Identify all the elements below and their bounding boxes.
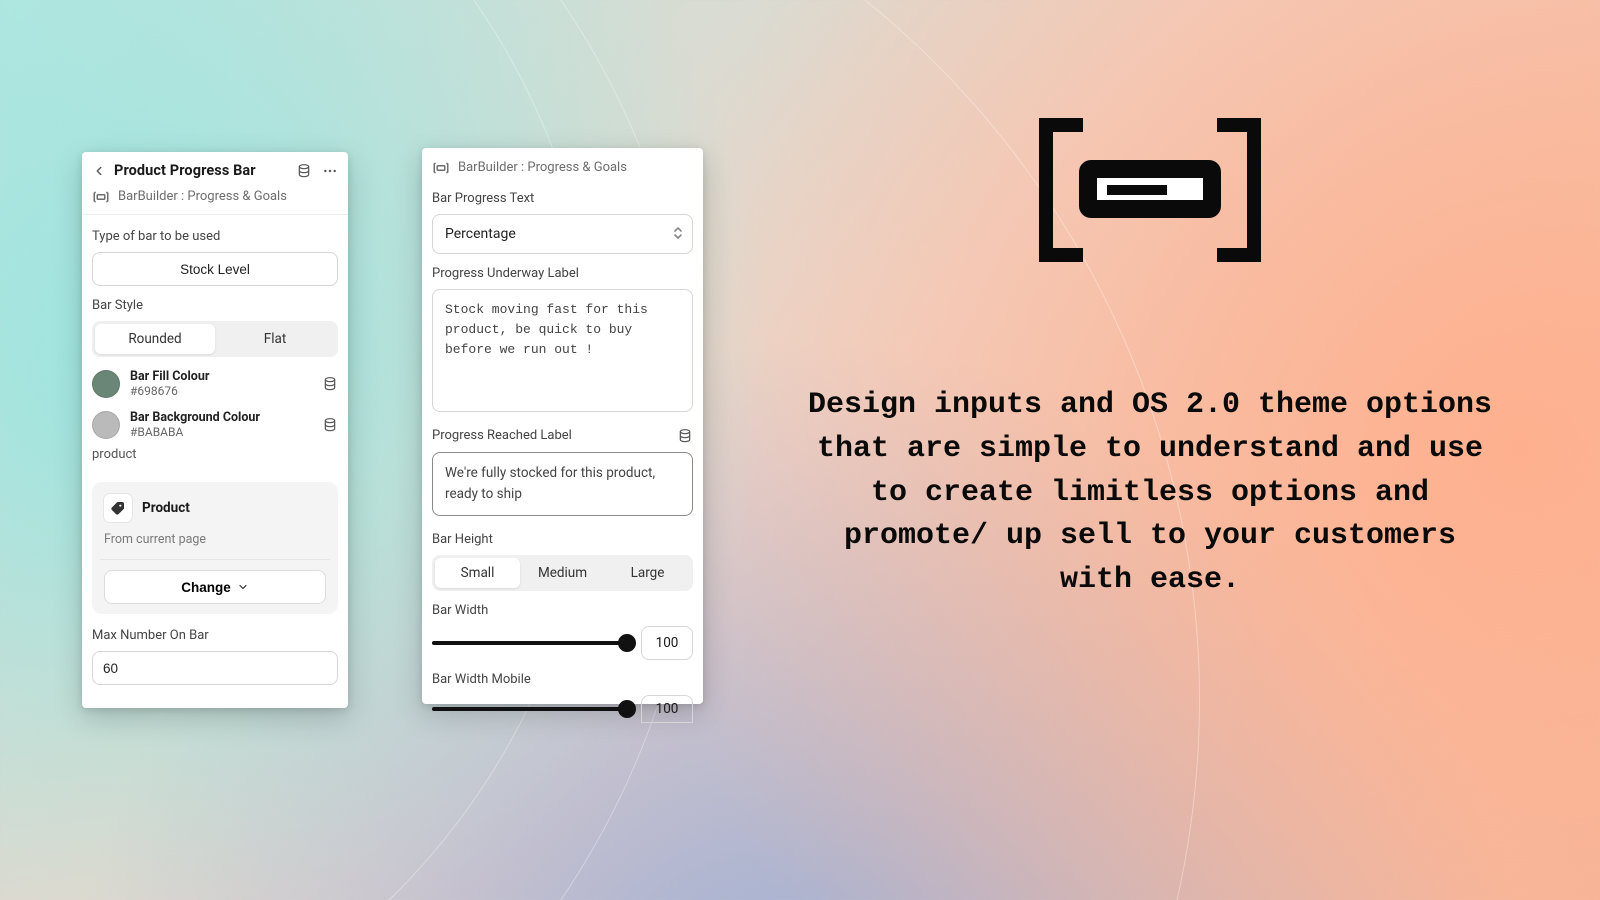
- reached-label-textarea[interactable]: [432, 452, 693, 516]
- bar-width-value[interactable]: 100: [641, 626, 693, 660]
- field-label: Bar Style: [92, 298, 338, 313]
- field-label: product: [92, 447, 338, 462]
- color-name: Bar Fill Colour: [130, 369, 312, 384]
- slider-thumb[interactable]: [618, 700, 636, 718]
- color-row-fill[interactable]: Bar Fill Colour #698676: [82, 363, 348, 404]
- bar-height-medium[interactable]: Medium: [520, 558, 605, 588]
- bar-style-segmented[interactable]: Rounded Flat: [92, 321, 338, 357]
- dynamic-source-icon[interactable]: [677, 428, 693, 444]
- field-label: Bar Width: [432, 603, 693, 618]
- product-source-note: From current page: [104, 532, 326, 547]
- breadcrumb: BarBuilder : Progress & Goals: [118, 189, 287, 204]
- dynamic-source-icon[interactable]: [296, 163, 312, 179]
- marketing-paragraph: Design inputs and OS 2.0 theme options t…: [790, 384, 1510, 603]
- max-number-input[interactable]: [92, 651, 338, 685]
- color-hex: #698676: [130, 384, 312, 398]
- app-glyph-icon: [432, 161, 450, 175]
- fill-swatch[interactable]: [92, 370, 120, 398]
- product-title: Product: [142, 500, 190, 516]
- bar-style-flat[interactable]: Flat: [215, 324, 335, 354]
- type-of-bar-select[interactable]: Stock Level: [92, 252, 338, 286]
- dynamic-source-icon[interactable]: [322, 376, 338, 392]
- dynamic-source-icon[interactable]: [322, 417, 338, 433]
- field-label: Type of bar to be used: [92, 229, 338, 244]
- underway-label-textarea[interactable]: [432, 289, 693, 412]
- progress-text-select[interactable]: Percentage: [432, 214, 693, 254]
- slider-thumb[interactable]: [618, 634, 636, 652]
- field-label: Bar Height: [432, 532, 693, 547]
- product-tag-icon: [104, 494, 132, 522]
- breadcrumb: BarBuilder : Progress & Goals: [458, 160, 627, 175]
- color-name: Bar Background Colour: [130, 410, 312, 425]
- bar-width-mobile-slider[interactable]: [432, 707, 627, 711]
- field-label: Progress Reached Label: [432, 428, 572, 443]
- back-icon[interactable]: [92, 164, 106, 178]
- panel-bar-progress-settings: BarBuilder : Progress & Goals Bar Progre…: [422, 148, 703, 704]
- field-label: Bar Width Mobile: [432, 672, 693, 687]
- bar-style-rounded[interactable]: Rounded: [95, 324, 215, 354]
- divider: [100, 559, 330, 560]
- field-label: Bar Progress Text: [432, 191, 693, 206]
- divider: [82, 214, 348, 215]
- barbuilder-logo-icon: [1035, 110, 1265, 274]
- chevron-down-icon: [237, 581, 249, 593]
- bar-height-large[interactable]: Large: [605, 558, 690, 588]
- product-source-card: Product From current page Change: [92, 482, 338, 614]
- color-row-bg[interactable]: Bar Background Colour #BABABA: [82, 404, 348, 445]
- change-product-button[interactable]: Change: [104, 570, 326, 604]
- field-label: Progress Underway Label: [432, 266, 693, 281]
- more-icon[interactable]: [322, 163, 338, 179]
- panel-title: Product Progress Bar: [114, 162, 288, 179]
- select-chevron-icon: [673, 226, 683, 242]
- bar-height-small[interactable]: Small: [435, 558, 520, 588]
- bar-height-segmented[interactable]: Small Medium Large: [432, 555, 693, 591]
- bar-width-mobile-value[interactable]: 100: [641, 695, 693, 723]
- panel-product-progress-bar: Product Progress Bar BarBuilder : Progre…: [82, 152, 348, 708]
- bg-swatch[interactable]: [92, 411, 120, 439]
- bar-width-slider[interactable]: [432, 641, 627, 645]
- field-label: Max Number On Bar: [92, 628, 338, 643]
- color-hex: #BABABA: [130, 425, 312, 439]
- app-glyph-icon: [92, 190, 110, 204]
